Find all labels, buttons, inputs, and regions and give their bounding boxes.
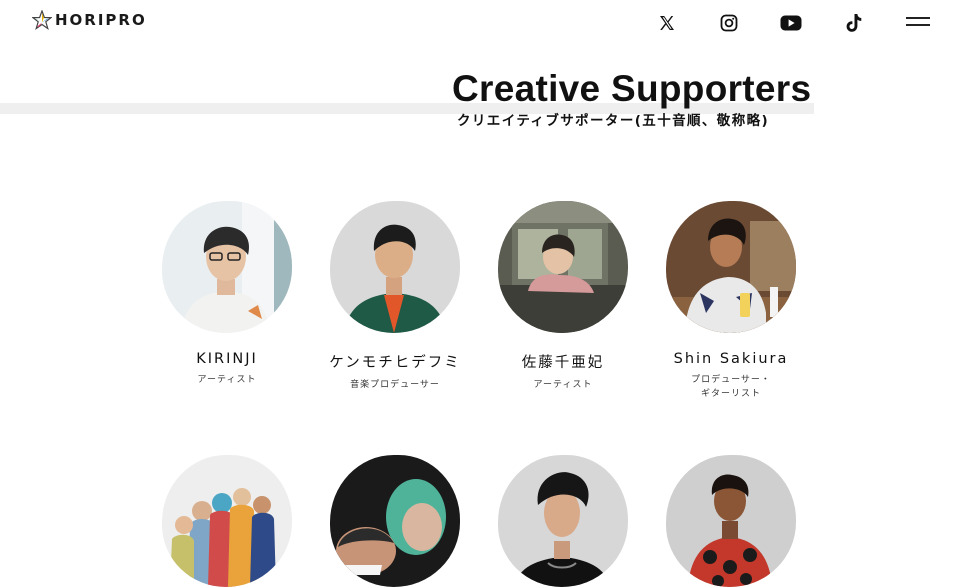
supporter-card-shin-sakiura[interactable]: Shin Sakiura プロデューサー・ ギターリスト xyxy=(647,201,815,401)
instagram-icon xyxy=(720,14,738,32)
supporter-photo xyxy=(330,201,460,333)
tiktok-link[interactable] xyxy=(843,12,865,34)
hamburger-menu-line xyxy=(906,24,930,26)
hamburger-menu-button[interactable] xyxy=(906,14,930,30)
supporter-name: Shin Sakiura xyxy=(673,351,789,367)
supporter-card-artist-7[interactable] xyxy=(479,455,647,587)
logo-text: HORIPRO xyxy=(55,11,147,29)
horipro-logo[interactable]: HORIPRO xyxy=(32,10,147,30)
supporter-name: ケンモチヒデフミ xyxy=(329,355,461,371)
supporter-photo xyxy=(498,201,628,333)
supporter-role-line: ギターリスト xyxy=(700,389,761,399)
x-icon xyxy=(660,16,674,30)
site-header: HORIPRO xyxy=(0,0,960,48)
supporter-role-line: プロデューサー・ xyxy=(691,375,771,385)
supporter-role: 音楽プロデューサー xyxy=(311,378,479,392)
supporter-role: プロデューサー・ ギターリスト xyxy=(647,373,815,401)
star-logo-icon xyxy=(32,10,52,30)
section-subtitle: クリエイティブサポーター(五十音順、敬称略) xyxy=(457,113,770,129)
supporter-photo xyxy=(666,455,796,587)
supporter-photo xyxy=(162,201,292,333)
section-title: Creative Supporters xyxy=(452,68,812,109)
supporter-card-artist-8[interactable] xyxy=(647,455,815,587)
supporter-card-duo[interactable] xyxy=(311,455,479,587)
youtube-icon xyxy=(780,15,802,31)
supporter-role-line: アーティスト xyxy=(197,375,257,385)
supporter-photo xyxy=(162,455,292,587)
tiktok-icon xyxy=(846,14,862,32)
supporter-photo xyxy=(666,201,796,333)
instagram-link[interactable] xyxy=(718,12,740,34)
supporter-card-kirinji[interactable]: KIRINJI アーティスト xyxy=(143,201,311,387)
supporter-role: アーティスト xyxy=(479,378,647,392)
supporter-card-sato-chiaki[interactable]: 佐藤千亜妃 アーティスト xyxy=(479,201,647,392)
supporter-role-line: 音楽プロデューサー xyxy=(350,380,440,390)
supporter-photo xyxy=(498,455,628,587)
supporter-name: 佐藤千亜妃 xyxy=(521,355,605,371)
supporter-role: アーティスト xyxy=(143,373,311,387)
supporter-card-group[interactable] xyxy=(143,455,311,587)
supporter-card-kenmochi-hidefumi[interactable]: ケンモチヒデフミ 音楽プロデューサー xyxy=(311,201,479,392)
supporter-role-line: アーティスト xyxy=(533,380,593,390)
supporter-name: KIRINJI xyxy=(196,351,258,367)
x-link[interactable] xyxy=(656,12,678,34)
supporter-photo xyxy=(330,455,460,587)
youtube-link[interactable] xyxy=(780,12,802,34)
hamburger-menu-icon xyxy=(906,17,930,19)
